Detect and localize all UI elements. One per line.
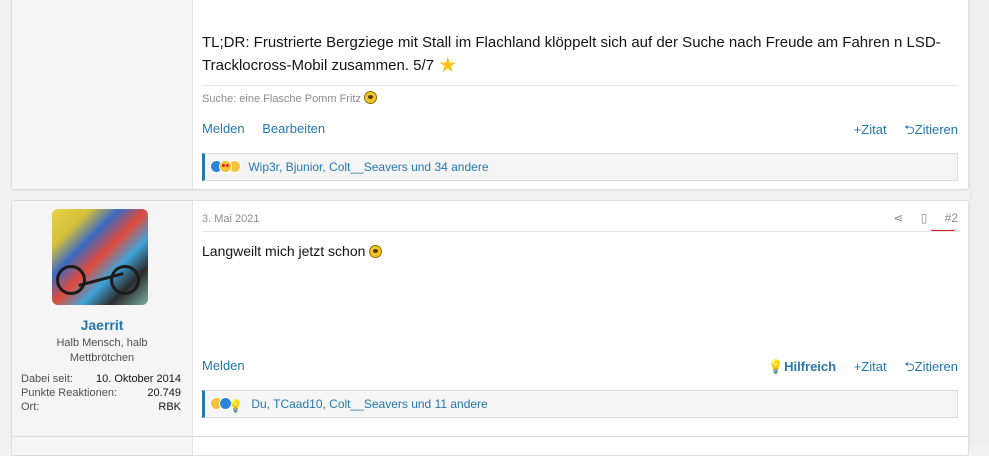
- post-date[interactable]: 3. Mai 2021: [202, 213, 259, 225]
- user-info-row: Dabei seit: 10. Oktober 2014: [21, 372, 181, 386]
- post-header-divider: [202, 231, 958, 232]
- post-1: TL;DR: Frustrierte Bergziege mit Stall i…: [11, 0, 969, 190]
- quote-link[interactable]: +Zitat: [854, 122, 887, 137]
- user-info-row: Punkte Reaktionen: 20.749: [21, 386, 181, 400]
- reply-link[interactable]: ⮌Zitieren: [904, 122, 958, 137]
- post-1-content: TL;DR: Frustrierte Bergziege mit Stall i…: [202, 0, 958, 189]
- share-icon[interactable]: ⋖: [893, 211, 903, 225]
- quote-label: Zitat: [861, 359, 887, 374]
- avatar-bike-wheel: [56, 265, 86, 295]
- reply-label: Zitieren: [914, 359, 958, 374]
- user-info: Dabei seit: 10. Oktober 2014 Punkte Reak…: [21, 372, 181, 414]
- bookmark-icon[interactable]: ▯: [921, 211, 928, 225]
- username[interactable]: Jaerrit: [12, 317, 192, 333]
- report-link[interactable]: Melden: [202, 358, 245, 373]
- post-2: Jaerrit Halb Mensch, halb Mettbrötchen D…: [11, 200, 969, 444]
- helpful-button[interactable]: 💡Hilfreich: [768, 359, 836, 374]
- info-value: 10. Oktober 2014: [95, 373, 181, 385]
- post-2-body-text: Langweilt mich jetzt schon: [202, 243, 366, 259]
- post-1-body: TL;DR: Frustrierte Bergziege mit Stall i…: [202, 31, 942, 77]
- user-title: Halb Mensch, halb Mettbrötchen: [56, 337, 148, 364]
- reaction-users[interactable]: Wip3r, Bjunior, Colt__Seavers und 34 and…: [248, 160, 488, 174]
- post-2-content: 3. Mai 2021 ⋖ ▯ #2 Langweilt mich jetzt …: [202, 201, 958, 443]
- post-1-signature: Suche: eine Flasche Pomm Fritz: [202, 91, 378, 105]
- quote-label: Zitat: [861, 122, 887, 137]
- info-value: 20.749: [147, 387, 181, 399]
- avatar[interactable]: [52, 209, 148, 305]
- post-2-actions: Melden 💡Hilfreich +Zitat ⮌Zitieren: [202, 358, 958, 374]
- love-reaction-icon: [219, 160, 232, 173]
- avatar-bike-wheel: [110, 265, 140, 295]
- reply-link[interactable]: ⮌Zitieren: [904, 359, 958, 374]
- post-number-link[interactable]: #2: [945, 211, 958, 225]
- post-1-body-text: TL;DR: Frustrierte Bergziege mit Stall i…: [202, 34, 941, 74]
- post-2-body: Langweilt mich jetzt schon: [202, 243, 383, 259]
- helpful-label: Hilfreich: [784, 359, 837, 374]
- info-value: RBK: [158, 401, 181, 413]
- star-icon: ★: [438, 54, 458, 77]
- report-link[interactable]: Melden: [202, 121, 245, 136]
- edit-link[interactable]: Bearbeiten: [262, 121, 325, 136]
- smiley-icon: [364, 91, 378, 104]
- post-3-user-column: [12, 437, 193, 455]
- reply-icon: ⮌: [904, 122, 915, 137]
- post-1-reactions-bar[interactable]: Wip3r, Bjunior, Colt__Seavers und 34 and…: [202, 153, 958, 181]
- info-label: Ort:: [21, 401, 40, 413]
- user-info-row: Ort: RBK: [21, 400, 181, 414]
- quote-link[interactable]: +Zitat: [854, 359, 887, 374]
- info-label: Dabei seit:: [21, 373, 73, 385]
- signature-text: Suche: eine Flasche Pomm Fritz: [202, 93, 361, 105]
- post-tools: ⋖ ▯ #2: [879, 211, 958, 225]
- post-2-reactions-bar[interactable]: 💡 Du, TCaad10, Colt__Seavers und 11 ande…: [202, 390, 958, 418]
- reply-label: Zitieren: [914, 122, 958, 137]
- info-label: Punkte Reaktionen:: [21, 387, 118, 399]
- post-3: [11, 436, 969, 456]
- reply-icon: ⮌: [904, 359, 915, 374]
- signature-divider: [202, 85, 958, 86]
- smiley-icon: [369, 245, 383, 258]
- lightbulb-icon: 💡: [767, 359, 785, 374]
- reaction-users[interactable]: Du, TCaad10, Colt__Seavers und 11 andere: [251, 397, 487, 411]
- post-1-actions: Melden Bearbeiten +Zitat ⮌Zitieren: [202, 121, 958, 137]
- post-2-user-column: Jaerrit Halb Mensch, halb Mettbrötchen D…: [12, 201, 193, 443]
- page-scrollbar[interactable]: [970, 0, 989, 445]
- post-1-user-column: [12, 0, 193, 189]
- lightbulb-reaction-icon: 💡: [228, 399, 243, 413]
